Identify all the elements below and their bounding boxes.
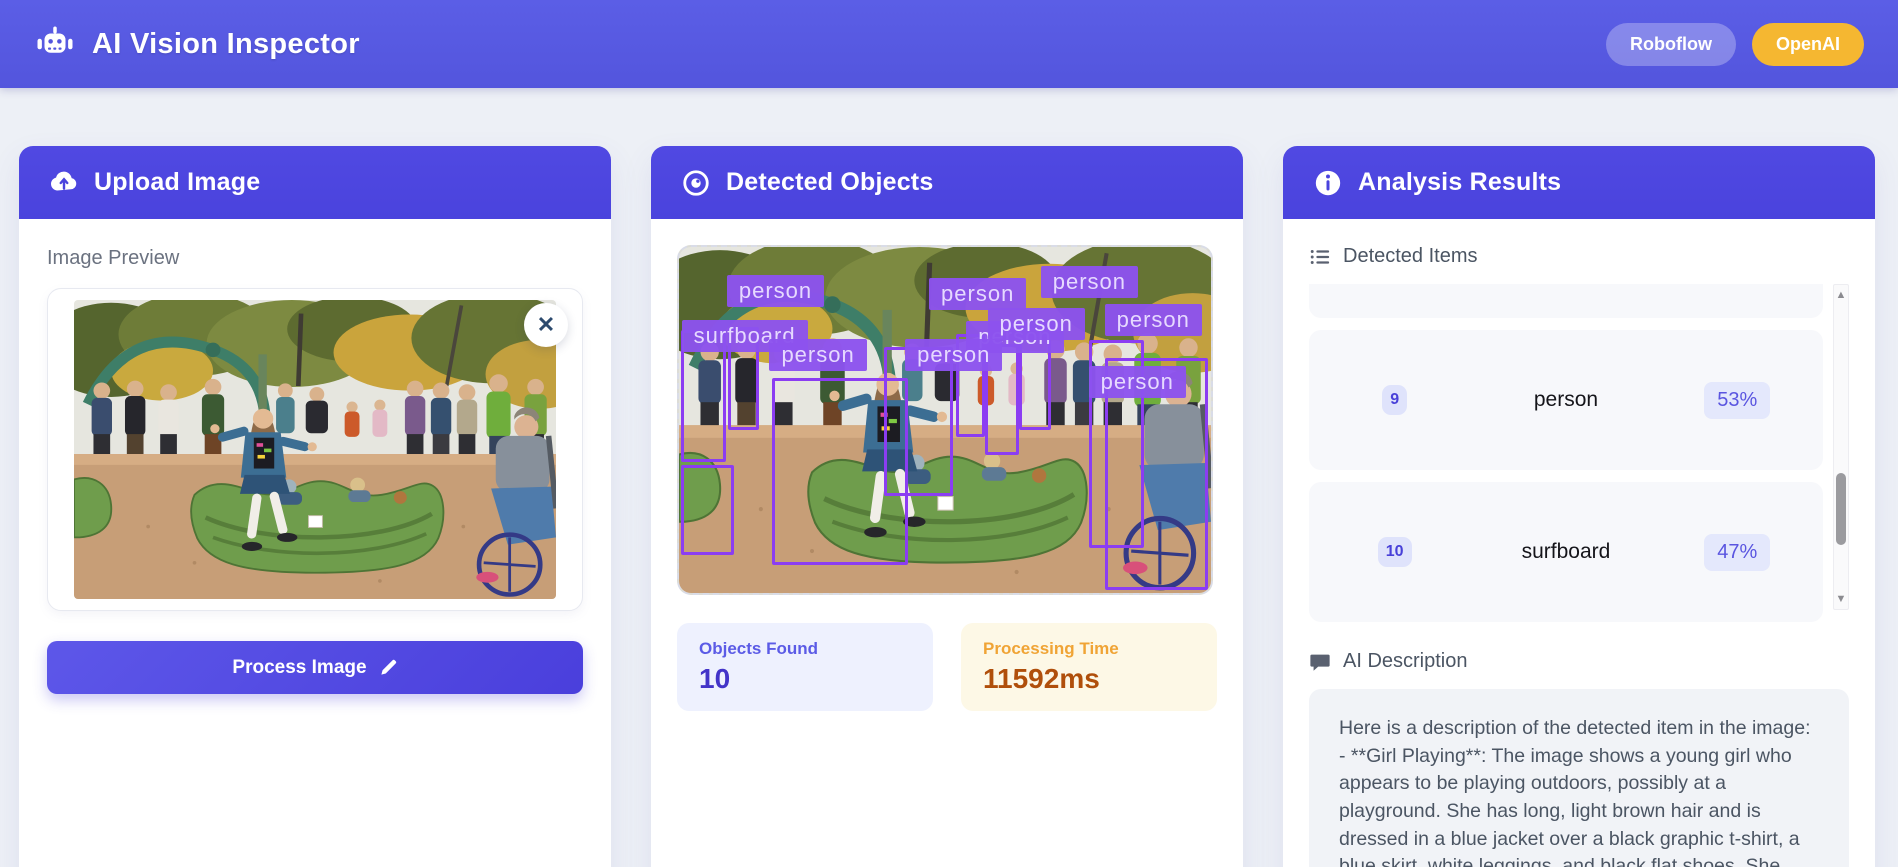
detected-objects-card: Detected Objects person surfboard person pe… — [651, 146, 1243, 867]
detected-items-header: Detected Items — [1309, 245, 1849, 268]
list-icon — [1310, 249, 1330, 264]
robot-icon — [37, 26, 73, 53]
analysis-card-title: Analysis Results — [1358, 168, 1562, 196]
detected-card-header: Detected Objects — [651, 146, 1243, 219]
pencil-icon — [380, 659, 396, 675]
info-icon — [1315, 170, 1341, 195]
detection-label-chip: person — [929, 278, 1027, 311]
confidence-badge: 47% — [1704, 533, 1771, 571]
upload-card-title: Upload Image — [94, 168, 261, 196]
detection-label-chip: person — [905, 338, 1003, 371]
annotated-image: person surfboard person person person person p… — [677, 245, 1213, 595]
upload-cloud-icon — [51, 171, 77, 190]
detection-label-chip: person — [1104, 304, 1202, 337]
detected-items-list: 9 person 53% 10 surfboard 47% ▲ ▼ — [1309, 284, 1849, 622]
analysis-results-card: Analysis Results Detected Items 9 person… — [1283, 146, 1875, 867]
objects-found-stat: Objects Found 10 — [677, 623, 933, 711]
item-label: person — [1533, 388, 1599, 411]
bbox-overlay: person surfboard person person person person p… — [679, 247, 1211, 593]
list-item[interactable]: 9 person 53% — [1309, 330, 1823, 470]
upload-card-header: Upload Image — [19, 146, 611, 219]
ai-description-text: Here is a description of the detected it… — [1309, 689, 1849, 867]
brand: AI Vision Inspector — [34, 23, 360, 65]
processing-time-stat: Processing Time 11592ms — [961, 623, 1217, 711]
upload-card: Upload Image Image Preview ✕ Process Ima… — [19, 146, 611, 867]
eye-icon — [683, 169, 709, 196]
detected-card-title: Detected Objects — [726, 168, 934, 196]
openai-badge[interactable]: OpenAI — [1751, 22, 1864, 66]
detection-label-chip: person — [769, 338, 867, 371]
preview-image — [74, 300, 556, 599]
count-badge: 10 — [1377, 537, 1412, 567]
processing-time-value: 11592ms — [983, 663, 1100, 694]
list-item-partial[interactable] — [1309, 284, 1823, 318]
list-scrollbar[interactable]: ▲ ▼ — [1833, 284, 1849, 610]
process-image-label: Process Image — [232, 656, 367, 678]
scroll-up-icon[interactable]: ▲ — [1834, 287, 1848, 303]
confidence-badge: 53% — [1704, 381, 1771, 419]
roboflow-badge[interactable]: Roboflow — [1606, 22, 1736, 66]
objects-found-value: 10 — [699, 663, 731, 694]
image-preview-label: Image Preview — [47, 247, 180, 269]
remove-image-button[interactable]: ✕ — [524, 303, 568, 347]
image-preview-box: ✕ — [47, 288, 583, 611]
bounding-box — [680, 464, 734, 555]
scrollbar-thumb[interactable] — [1836, 472, 1846, 545]
objects-found-label: Objects Found — [699, 639, 818, 658]
processing-time-label: Processing Time — [983, 639, 1119, 658]
list-item[interactable]: 10 surfboard 47% — [1309, 482, 1823, 622]
close-icon: ✕ — [536, 312, 556, 337]
cards-row: Upload Image Image Preview ✕ Process Ima… — [0, 88, 1898, 867]
detection-label-chip: person — [1088, 366, 1186, 399]
detection-label-chip: person — [726, 274, 825, 307]
detection-label-chip: person — [1040, 266, 1139, 299]
process-image-button[interactable]: Process Image — [47, 641, 583, 694]
page-title: AI Vision Inspector — [92, 27, 360, 60]
ai-description-label: AI Description — [1343, 650, 1468, 672]
item-label: surfboard — [1521, 540, 1611, 563]
app-header: AI Vision Inspector Roboflow OpenAI — [0, 0, 1898, 88]
detected-items-label: Detected Items — [1343, 245, 1478, 267]
detection-label-chip: person — [987, 307, 1085, 340]
ai-description-header: AI Description — [1309, 650, 1849, 673]
analysis-card-header: Analysis Results — [1283, 146, 1875, 219]
speech-bubble-icon — [1310, 654, 1330, 671]
scroll-down-icon[interactable]: ▼ — [1834, 591, 1848, 607]
count-badge: 9 — [1382, 385, 1408, 415]
